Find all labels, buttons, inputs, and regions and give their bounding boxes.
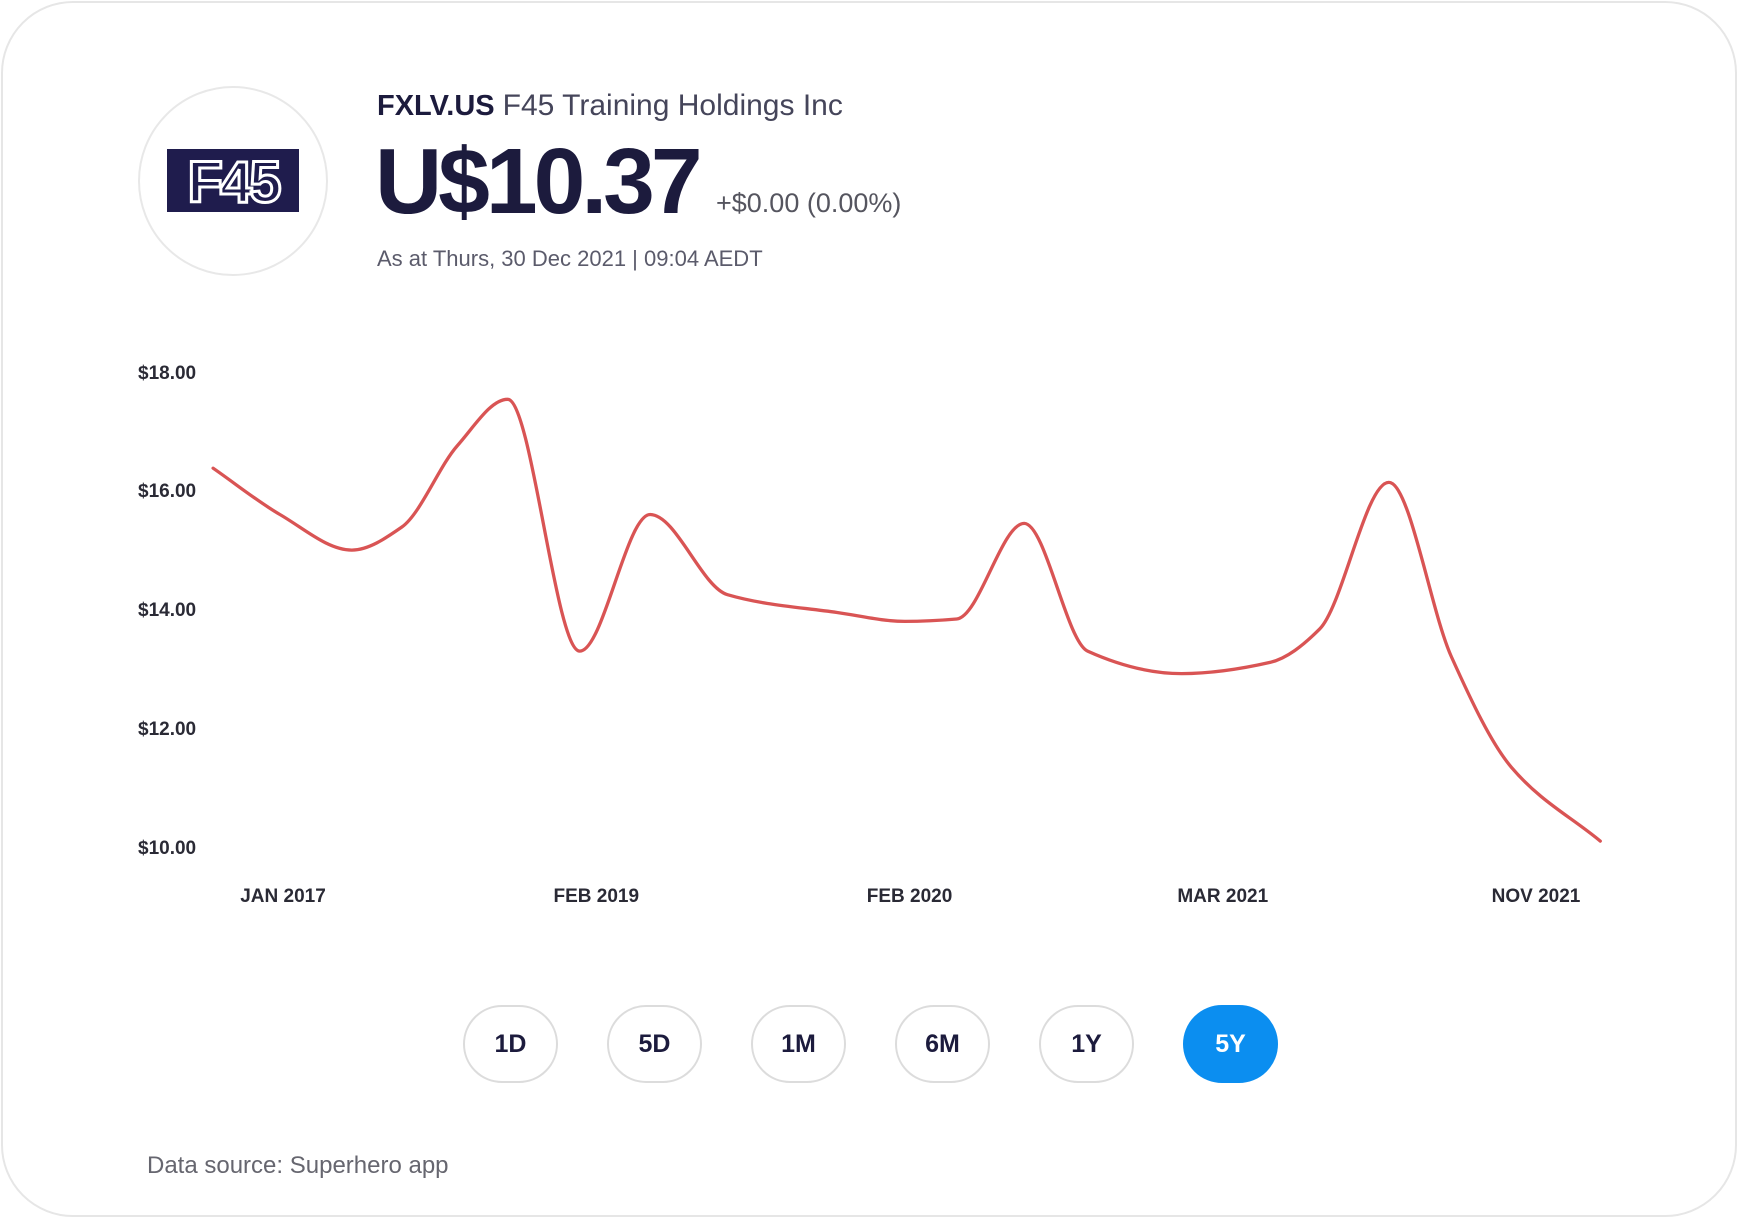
range-selector: 1D 5D 1M 6M 1Y 5Y xyxy=(463,1005,1278,1083)
f45-logo-icon: F45 xyxy=(167,149,299,212)
range-button-1y[interactable]: 1Y xyxy=(1039,1005,1134,1083)
x-tick-label: MAR 2021 xyxy=(1177,886,1269,907)
ticker-symbol: FXLV.US xyxy=(377,90,495,122)
y-tick-label: $12.00 xyxy=(138,718,197,740)
data-source-note: Data source: Superhero app xyxy=(147,1152,449,1179)
logo-text: F45 xyxy=(188,150,281,212)
as-at-timestamp: As at Thurs, 30 Dec 2021 | 09:04 AEDT xyxy=(377,246,763,271)
range-button-5y[interactable]: 5Y xyxy=(1183,1005,1278,1083)
y-tick-label: $10.00 xyxy=(138,837,197,859)
x-tick-label: FEB 2020 xyxy=(866,886,953,907)
share-price: U$10.37 xyxy=(375,129,703,233)
y-tick-label: $14.00 xyxy=(138,600,197,622)
price-series-line xyxy=(211,397,1602,843)
range-button-5d[interactable]: 5D xyxy=(607,1005,702,1083)
range-button-6m[interactable]: 6M xyxy=(895,1005,990,1083)
y-tick-label: $16.00 xyxy=(138,481,197,503)
ticker-row: FXLV.US F45 Training Holdings Inc xyxy=(377,88,843,124)
x-tick-label: FEB 2019 xyxy=(553,886,640,907)
range-button-1m[interactable]: 1M xyxy=(751,1005,846,1083)
x-tick-label: JAN 2017 xyxy=(240,886,326,907)
range-button-1d[interactable]: 1D xyxy=(463,1005,558,1083)
y-tick-label: $18.00 xyxy=(138,362,197,384)
price-change: +$0.00 (0.00%) xyxy=(716,188,902,218)
x-tick-label: NOV 2021 xyxy=(1491,886,1581,907)
company-name: F45 Training Holdings Inc xyxy=(502,89,843,122)
stock-card: F45 FXLV.US F45 Training Holdings Inc U$1… xyxy=(1,1,1737,1217)
